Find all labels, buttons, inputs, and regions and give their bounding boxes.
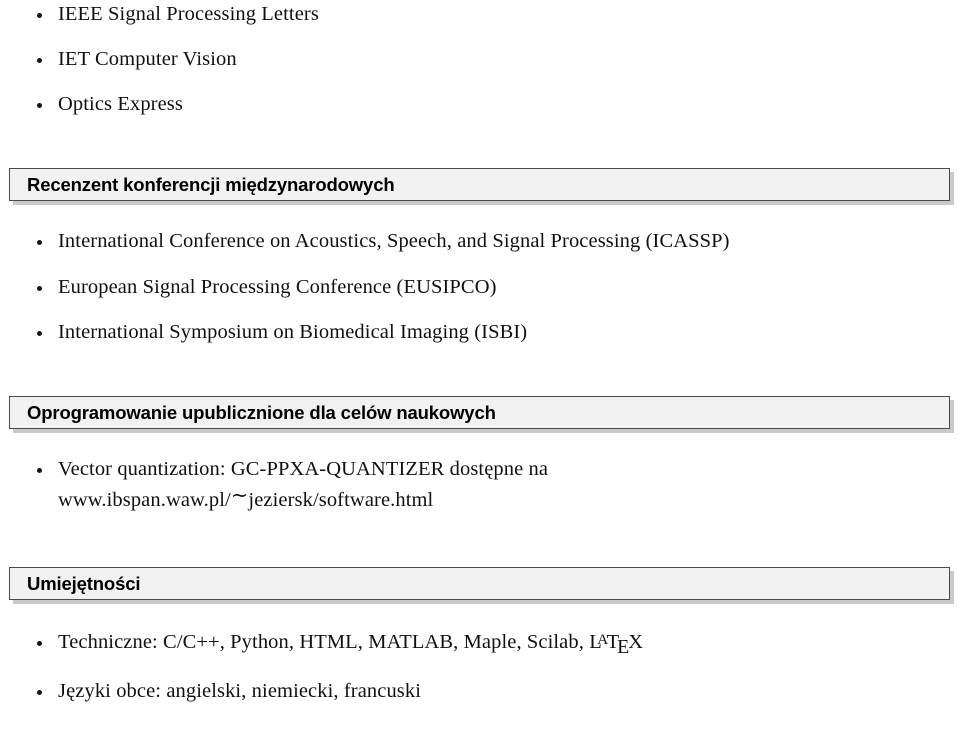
journal-name: Optics Express [58, 93, 183, 115]
latex-a: A [597, 631, 609, 649]
latex-logo: LATEX [589, 631, 644, 657]
list-item: Języki obce: angielski, niemiecki, franc… [0, 681, 940, 702]
journal-name: IET Computer Vision [58, 48, 237, 70]
skill-technical-text: Techniczne: C/C++, Python, HTML, MATLAB,… [58, 631, 590, 653]
bullet-icon [37, 690, 42, 696]
list-item: Techniczne: C/C++, Python, HTML, MATLAB,… [0, 631, 940, 657]
list-item: Optics Express [0, 94, 940, 115]
skill-technical: Techniczne: C/C++, Python, HTML, MATLAB,… [58, 631, 940, 657]
url-prefix: www.ibspan.waw.pl/ [58, 488, 231, 511]
software-description: Vector quantization: GC-PPXA-QUANTIZER d… [58, 458, 549, 480]
bullet-icon [37, 103, 42, 109]
section-header-reviewer: Recenzent konferencji międzynarodowych [9, 168, 950, 201]
bullet-icon [37, 285, 42, 291]
bullet-icon [37, 13, 42, 19]
list-item: European Signal Processing Conference (E… [0, 275, 940, 298]
latex-e: E [617, 635, 630, 658]
conference-list: International Conference on Acoustics, S… [0, 231, 940, 368]
skills-list: Techniczne: C/C++, Python, HTML, MATLAB,… [0, 632, 940, 729]
list-item: IET Computer Vision [0, 49, 940, 70]
latex-x: X [628, 631, 644, 653]
journal-list: IEEE Signal Processing Letters IET Compu… [0, 4, 940, 139]
bullet-icon [37, 58, 42, 64]
bullet-icon [37, 468, 42, 474]
conference-name: European Signal Processing Conference (E… [58, 275, 497, 298]
section-title: Oprogramowanie upublicznione dla celów n… [27, 401, 496, 423]
list-item: International Symposium on Biomedical Im… [0, 322, 940, 343]
list-item: International Conference on Acoustics, S… [0, 231, 940, 252]
software-url: www.ibspan.waw.pl/∼jeziersk/software.htm… [58, 485, 940, 511]
bullet-icon [37, 641, 42, 647]
section-header-skills: Umiejętności [9, 567, 950, 600]
tilde-glyph: ∼ [230, 483, 249, 508]
url-suffix: jeziersk/software.html [248, 488, 434, 511]
section-title: Umiejętności [27, 572, 141, 594]
skill-languages: Języki obce: angielski, niemiecki, franc… [58, 679, 422, 702]
section-title: Recenzent konferencji międzynarodowych [27, 173, 395, 195]
software-list: Vector quantization: GC-PPXA-QUANTIZER d… [0, 459, 940, 520]
section-header-software: Oprogramowanie upublicznione dla celów n… [9, 396, 950, 429]
bullet-icon [37, 240, 42, 246]
bullet-icon [37, 331, 42, 337]
list-item: IEEE Signal Processing Letters [0, 4, 940, 25]
list-item: Vector quantization: GC-PPXA-QUANTIZER d… [0, 459, 940, 510]
conference-name: International Symposium on Biomedical Im… [58, 321, 528, 343]
document-page: IEEE Signal Processing Letters IET Compu… [0, 0, 960, 701]
software-entry: Vector quantization: GC-PPXA-QUANTIZER d… [58, 459, 940, 510]
journal-name: IEEE Signal Processing Letters [58, 3, 319, 25]
conference-name: International Conference on Acoustics, S… [58, 230, 730, 252]
